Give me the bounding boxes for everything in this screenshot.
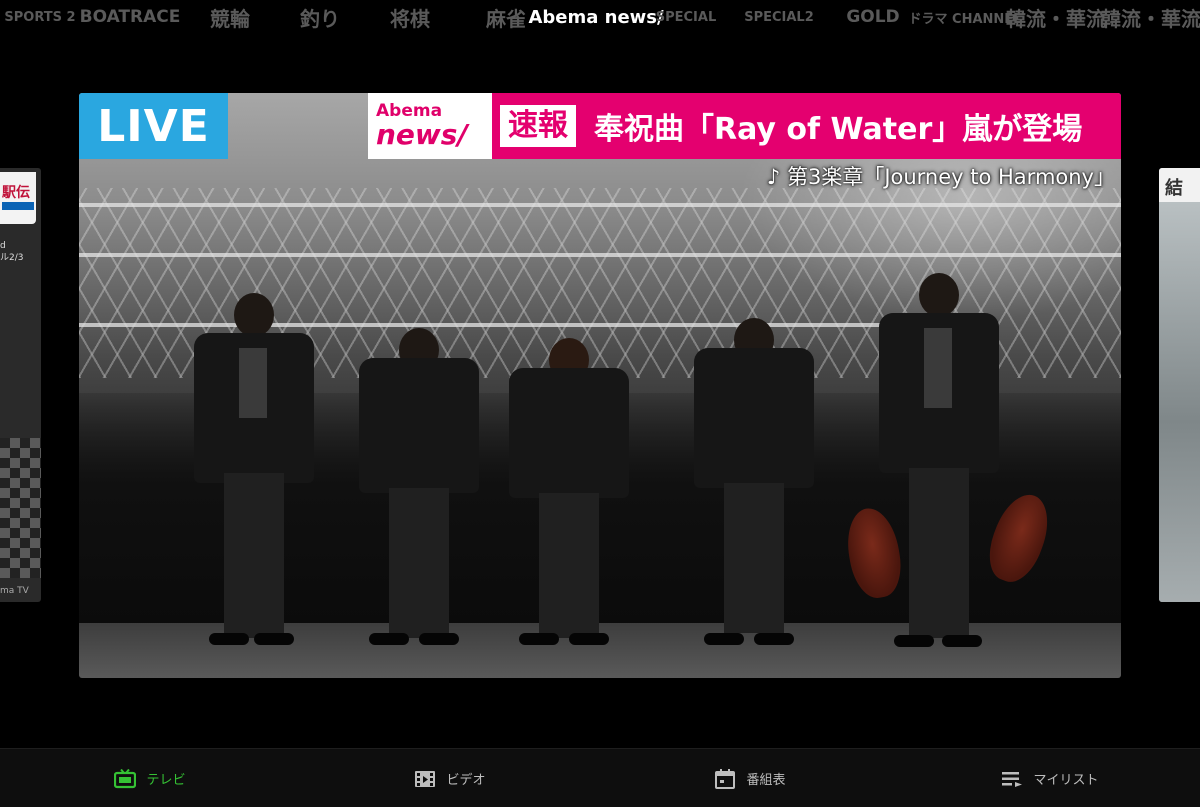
channel-k-c-drama-2[interactable]: 韓流・華流 xyxy=(1101,0,1200,34)
performer-legs xyxy=(909,468,969,638)
abema-app: SPORTS 2 BOATRACE 競輪 釣り 将棋 麻雀 Abema news/SPECI… xyxy=(0,0,1200,807)
performer-jacket xyxy=(694,348,814,488)
preview-caption: d ル2/3 xyxy=(0,240,24,264)
channel-gold[interactable]: GOLD xyxy=(826,0,920,34)
performer xyxy=(179,293,329,653)
channel-special-2[interactable]: SPECIAL2 xyxy=(732,0,826,34)
channel-k-c-drama[interactable]: 韓流・華流 xyxy=(1006,0,1106,34)
channel-special[interactable]: SPECIAL xyxy=(640,0,732,34)
abema-news-logo-bottom: news/ xyxy=(376,118,468,151)
news-headline: 奉祝曲「Ray of Water」嵐が登場 xyxy=(594,112,1083,147)
performer-shoe xyxy=(254,633,294,645)
ekiden-logo: 駅伝 xyxy=(0,172,36,224)
performer-shoe xyxy=(754,633,794,645)
nav-label-mylist: マイリスト xyxy=(1033,773,1099,788)
performer-legs xyxy=(539,493,599,638)
abema-news-logo: Abema news/ xyxy=(368,93,492,159)
nav-item-schedule[interactable]: 番組表 xyxy=(600,749,900,807)
nav-item-tv[interactable]: テレビ xyxy=(0,749,300,807)
channel-fishing[interactable]: 釣り xyxy=(280,0,360,34)
ekiden-logo-text: 駅伝 xyxy=(2,185,30,201)
next-preview-header: 結 xyxy=(1159,168,1200,202)
performer-shoe xyxy=(419,633,459,645)
next-preview-image xyxy=(1159,202,1200,602)
next-preview-label: 結 xyxy=(1165,178,1183,199)
performer-head xyxy=(234,293,274,337)
performer-shoe xyxy=(942,635,982,647)
channel-abema-news[interactable]: Abema news/ xyxy=(528,0,663,34)
ekiden-logo-bar xyxy=(2,202,34,210)
bottom-navigation: テレビ ビデオ 番組表 マイリスト xyxy=(0,748,1200,807)
performer-jacket xyxy=(359,358,479,493)
performer-shoe xyxy=(569,633,609,645)
performer-jacket xyxy=(509,368,629,498)
preview-watermark: ma TV xyxy=(0,586,29,596)
performer-shoe xyxy=(519,633,559,645)
channel-keirin[interactable]: 競輪 xyxy=(180,0,280,34)
previous-channel-preview[interactable]: 駅伝 d ル2/3 ma TV xyxy=(0,168,41,602)
performer-shoe xyxy=(704,633,744,645)
tv-icon xyxy=(114,768,137,789)
breaking-news-banner: Abema news/ 速報 奉祝曲「Ray of Water」嵐が登場 xyxy=(368,93,1121,159)
film-icon xyxy=(414,769,436,789)
performer xyxy=(874,273,1004,653)
live-badge: LIVE xyxy=(79,93,228,159)
song-subtitle: ♪ 第3楽章「Journey to Harmony」 xyxy=(766,165,1115,189)
calendar-icon xyxy=(714,768,736,789)
channel-shogi[interactable]: 将棋 xyxy=(360,0,460,34)
nav-label-video: ビデオ xyxy=(446,773,486,788)
truss-beam xyxy=(79,203,1121,207)
performer-legs xyxy=(224,473,284,638)
next-channel-preview[interactable]: 結 xyxy=(1159,168,1200,602)
performer-shoe xyxy=(369,633,409,645)
checkered-floor xyxy=(0,438,41,578)
performer-shirt xyxy=(239,348,267,418)
truss-beam xyxy=(79,253,1121,257)
performer xyxy=(684,318,824,653)
performer-head xyxy=(919,273,959,317)
list-icon xyxy=(1001,769,1023,789)
nav-item-mylist[interactable]: マイリスト xyxy=(900,749,1200,807)
performer xyxy=(499,338,639,653)
performer-legs xyxy=(724,483,784,633)
video-player[interactable]: LIVE Abema news/ 速報 奉祝曲「Ray of Water」嵐が登… xyxy=(79,93,1121,678)
channel-sports-live-2[interactable]: SPORTS 2 xyxy=(0,0,80,34)
nav-label-schedule: 番組表 xyxy=(746,773,786,788)
performer-legs xyxy=(389,488,449,638)
nav-item-video[interactable]: ビデオ xyxy=(300,749,600,807)
performer-shirt xyxy=(924,328,952,408)
performer-shoe xyxy=(894,635,934,647)
breaking-label: 速報 xyxy=(500,105,576,147)
preview-caption-line-2: ル2/3 xyxy=(0,253,24,263)
channel-drama[interactable]: ドラマ CHANNEL xyxy=(909,0,1022,34)
performer xyxy=(349,328,489,653)
channel-bar: SPORTS 2 BOATRACE 競輪 釣り 将棋 麻雀 Abema news/SPECI… xyxy=(0,0,1200,34)
performer-shoe xyxy=(209,633,249,645)
news-headline-area: 速報 奉祝曲「Ray of Water」嵐が登場 xyxy=(492,93,1121,159)
channel-boatrace[interactable]: BOATRACE xyxy=(80,0,181,34)
preview-caption-line-1: d xyxy=(0,241,6,251)
nav-label-tv: テレビ xyxy=(146,773,186,788)
